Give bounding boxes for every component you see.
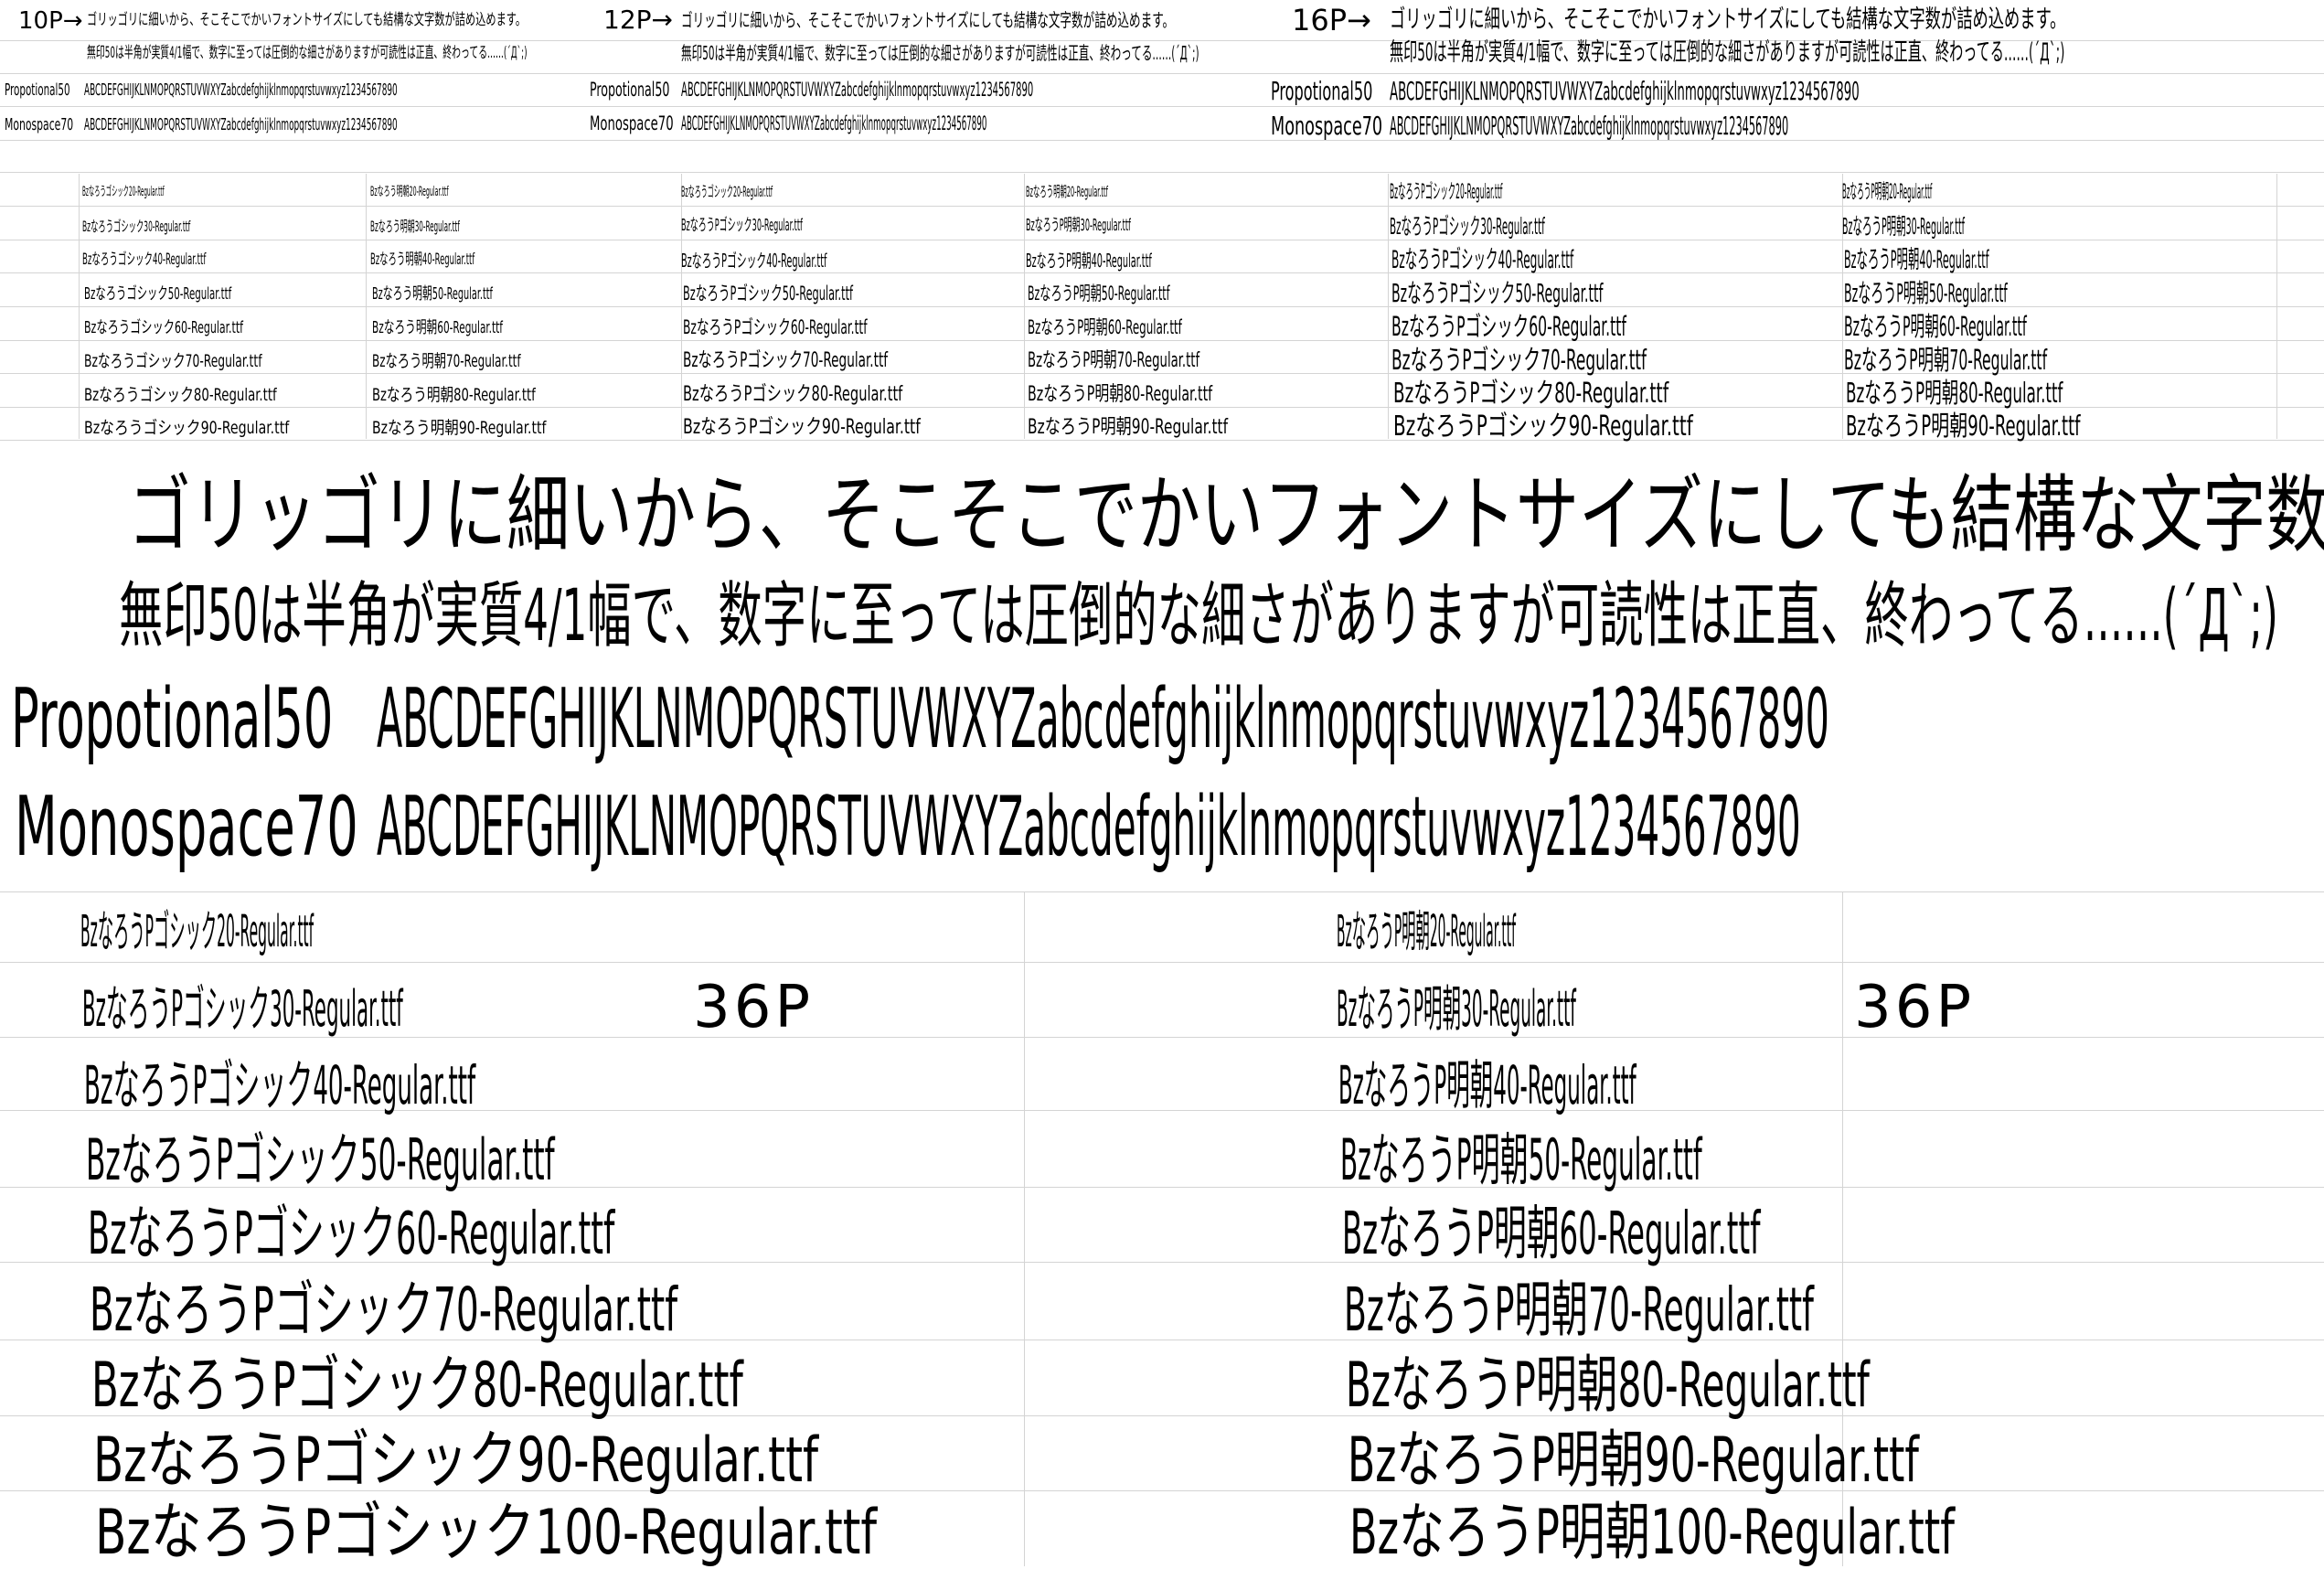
file-name: BzなろうPゴシック30-Regular.ttf (681, 216, 803, 235)
file-name: BzなろうP明朝70-Regular.ttf (1344, 1275, 1814, 1345)
size-label-36p-right: 36P (1854, 974, 1976, 1041)
line2-10p: 無印50は半角が実質4/1幅で、数字に至っては圧倒的な細さがありますが可読性は正… (87, 44, 528, 62)
file-name: BzなろうP明朝80-Regular.ttf (1346, 1350, 1870, 1422)
file-name: BzなろうPゴシック70-Regular.ttf (1391, 345, 1647, 377)
prop-alpha-16p: ABCDEFGHIJKLNMOPQRSTUVWXYZabcdefghijklnm… (1390, 76, 1860, 106)
line1-16p: ゴリッゴリに細いから、そこそこでかいフォントサイズにしても結構な文字数が詰め込め… (1390, 5, 2066, 34)
file-name: Bzなろう明朝20-Regular.ttf (370, 185, 449, 199)
line1-12p: ゴリッゴリに細いから、そこそこでかいフォントサイズにしても結構な文字数が詰め込め… (681, 9, 1175, 31)
file-name: Bzなろうゴシック60-Regular.ttf (84, 318, 244, 337)
big-mono-alphabet: ABCDEFGHIJKLNMOPQRSTUVWXYZabcdefghijklnm… (377, 779, 1801, 875)
big-prop-label: Propotional50 (11, 671, 334, 767)
file-name: BzなろうP明朝30-Regular.ttf (1026, 216, 1131, 235)
mono-label-12p: Monospace70 (590, 112, 674, 134)
size-label-36p-left: 36P (693, 974, 815, 1041)
file-name: BzなろうP明朝80-Regular.ttf (1028, 383, 1213, 406)
file-name: Bzなろうゴシック20-Regular.ttf (681, 183, 773, 200)
file-name: BzなろうP明朝40-Regular.ttf (1026, 250, 1152, 272)
file-name: Bzなろうゴシック80-Regular.ttf (84, 385, 277, 405)
file-name: BzなろうP明朝40-Regular.ttf (1338, 1054, 1636, 1116)
file-name: Bzなろう明朝90-Regular.ttf (372, 418, 547, 438)
file-name: BzなろうPゴシック80-Regular.ttf (683, 383, 903, 406)
file-name: Bzなろう明朝70-Regular.ttf (372, 351, 521, 371)
file-name: BzなろうP明朝50-Regular.ttf (1844, 278, 2008, 308)
file-name: BzなろうP明朝80-Regular.ttf (1846, 378, 2063, 410)
file-name: BzなろうP明朝90-Regular.ttf (1028, 416, 1229, 439)
file-name: BzなろうP明朝90-Regular.ttf (1846, 411, 2081, 443)
file-name: BzなろうP明朝50-Regular.ttf (1028, 283, 1170, 304)
file-name: BzなろうP明朝60-Regular.ttf (1028, 316, 1182, 338)
prop-label-16p: Propotional50 (1271, 76, 1373, 106)
file-name: BzなろうP明朝60-Regular.ttf (1844, 311, 2027, 342)
file-name: Bzなろうゴシック50-Regular.ttf (84, 284, 232, 304)
file-name: BzなろうP明朝30-Regular.ttf (1842, 213, 1966, 240)
file-name: BzなろうPゴシック50-Regular.ttf (1391, 278, 1604, 308)
file-name: BzなろうPゴシック90-Regular.ttf (683, 416, 921, 439)
mono-alpha-10p: ABCDEFGHIJKLNMOPQRSTUVWXYZabcdefghijklnm… (84, 115, 398, 134)
file-name: BzなろうPゴシック30-Regular.ttf (1390, 213, 1545, 240)
file-name: BzなろうPゴシック70-Regular.ttf (683, 349, 889, 372)
file-name: BzなろうPゴシック50-Regular.ttf (683, 283, 854, 304)
file-name: BzなろうP明朝30-Regular.ttf (1337, 980, 1576, 1038)
prop-alpha-12p: ABCDEFGHIJKLNMOPQRSTUVWXYZabcdefghijklnm… (681, 79, 1034, 101)
file-name: BzなろうP明朝90-Regular.ttf (1348, 1425, 1919, 1497)
file-name: Bzなろうゴシック90-Regular.ttf (84, 418, 290, 438)
file-name: BzなろうPゴシック60-Regular.ttf (1391, 311, 1626, 342)
file-name: BzなろうPゴシック80-Regular.ttf (91, 1350, 743, 1422)
file-name: BzなろうPゴシック60-Regular.ttf (88, 1201, 615, 1268)
file-name: BzなろうPゴシック90-Regular.ttf (93, 1425, 819, 1497)
file-name: BzなろうPゴシック40-Regular.ttf (681, 250, 827, 272)
mono-alpha-16p: ABCDEFGHIJKLNMOPQRSTUVWXYZabcdefghijklnm… (1390, 111, 1789, 141)
file-name: BzなろうPゴシック90-Regular.ttf (1393, 411, 1693, 443)
file-name: Bzなろう明朝60-Regular.ttf (372, 318, 503, 337)
line2-12p: 無印50は半角が実質4/1幅で、数字に至っては圧倒的な細さがありますが可読性は正… (681, 42, 1199, 64)
file-name: BzなろうP明朝70-Regular.ttf (1028, 349, 1200, 372)
file-name: Bzなろう明朝20-Regular.ttf (1026, 183, 1108, 200)
prop-label-10p: Propotional50 (5, 80, 70, 100)
file-name: BzなろうPゴシック40-Regular.ttf (84, 1054, 476, 1116)
big-line2: 無印50は半角が実質4/1幅で、数字に至っては圧倒的な細さがありますが可読性は正… (119, 575, 2278, 657)
file-name: BzなろうPゴシック50-Regular.ttf (86, 1126, 555, 1193)
file-name: BzなろうPゴシック60-Regular.ttf (683, 316, 868, 338)
file-name: Bzなろう明朝50-Regular.ttf (372, 284, 493, 304)
big-line1: ゴリッゴリに細いから、そこそこでかいフォントサイズにしても結構な文字数が詰め込め… (128, 466, 2324, 564)
prop-label-12p: Propotional50 (590, 79, 670, 101)
file-name: BzなろうPゴシック80-Regular.ttf (1393, 378, 1669, 410)
file-name: BzなろうP明朝20-Regular.ttf (1337, 906, 1517, 957)
file-name: BzなろうPゴシック20-Regular.ttf (1390, 181, 1503, 204)
file-name: Bzなろうゴシック70-Regular.ttf (84, 351, 262, 371)
mono-label-10p: Monospace70 (5, 115, 74, 134)
file-name: Bzなろう明朝30-Regular.ttf (370, 218, 460, 235)
file-name: BzなろうP明朝50-Regular.ttf (1340, 1126, 1702, 1193)
file-name: Bzなろうゴシック20-Regular.ttf (82, 185, 165, 199)
size-label-16p: 16P→ (1292, 3, 1371, 37)
file-name: BzなろうP明朝40-Regular.ttf (1844, 246, 1989, 274)
file-name: BzなろうPゴシック30-Regular.ttf (82, 980, 403, 1038)
file-name: Bzなろうゴシック40-Regular.ttf (82, 251, 207, 269)
file-name: BzなろうP明朝60-Regular.ttf (1342, 1201, 1761, 1268)
big-mono-label: Monospace70 (15, 779, 358, 875)
big-prop-alphabet: ABCDEFGHIJKLNMOPQRSTUVWXYZabcdefghijklnm… (377, 671, 1829, 767)
prop-alpha-10p: ABCDEFGHIJKLNMOPQRSTUVWXYZabcdefghijklnm… (84, 80, 398, 100)
line1-10p: ゴリッゴリに細いから、そこそこでかいフォントサイズにしても結構な文字数が詰め込め… (87, 11, 527, 29)
file-name: Bzなろう明朝80-Regular.ttf (372, 385, 536, 405)
file-name: BzなろうP明朝70-Regular.ttf (1844, 345, 2048, 377)
file-name: BzなろうPゴシック100-Regular.ttf (95, 1497, 878, 1569)
file-name: BzなろうP明朝20-Regular.ttf (1842, 181, 1933, 204)
mono-label-16p: Monospace70 (1271, 111, 1383, 141)
file-name: Bzなろう明朝40-Regular.ttf (370, 251, 475, 269)
file-name: BzなろうPゴシック40-Regular.ttf (1391, 246, 1574, 274)
line2-16p: 無印50は半角が実質4/1幅で、数字に至っては圧倒的な細さがありますが可読性は正… (1390, 38, 2065, 67)
size-label-12p: 12P→ (603, 5, 673, 35)
file-name: Bzなろうゴシック30-Regular.ttf (82, 218, 191, 235)
size-label-10p: 10P→ (18, 7, 83, 35)
file-name: BzなろうP明朝100-Regular.ttf (1349, 1497, 1955, 1569)
file-name: BzなろうPゴシック20-Regular.ttf (80, 906, 314, 957)
mono-alpha-12p: ABCDEFGHIJKLNMOPQRSTUVWXYZabcdefghijklnm… (681, 112, 987, 134)
file-name: BzなろうPゴシック70-Regular.ttf (90, 1275, 678, 1345)
